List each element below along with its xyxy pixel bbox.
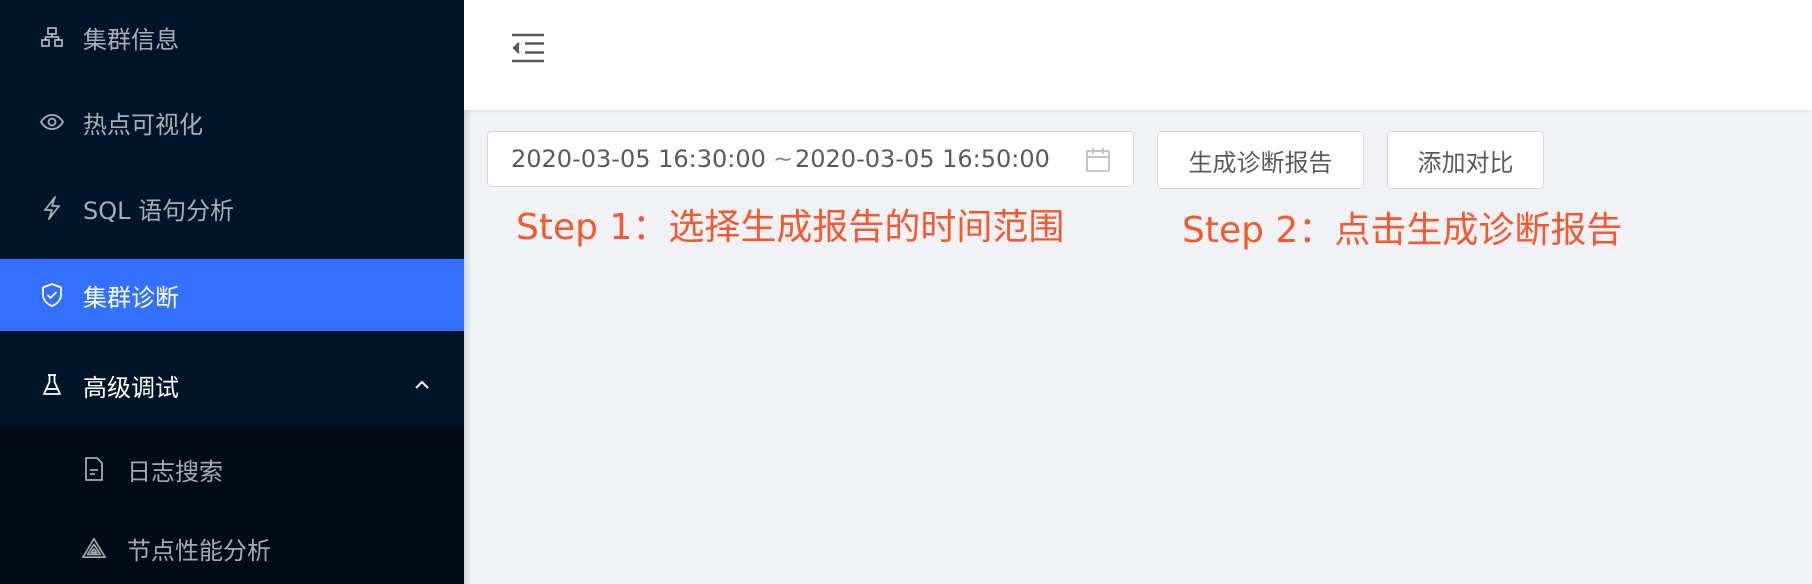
range-separator: ~: [773, 145, 794, 173]
sidebar-item-sql-analysis[interactable]: SQL 语句分析: [0, 172, 464, 244]
sidebar-item-cluster-info[interactable]: 集群信息: [0, 0, 464, 74]
add-comparison-button[interactable]: 添加对比: [1387, 131, 1544, 189]
sidebar-item-label: 日志搜索: [127, 457, 223, 486]
flask-icon: [40, 373, 64, 397]
sidebar-item-label: 节点性能分析: [127, 536, 271, 565]
menu-fold-icon: [511, 33, 545, 67]
eye-icon: [40, 110, 64, 134]
range-start-input[interactable]: 2020-03-05 16:30:00: [511, 132, 773, 186]
menu-fold-button[interactable]: [508, 30, 548, 70]
sidebar: 集群信息 热点可视化 SQL 语句分析 集群诊断 高级调试 日志搜索 节点性能分…: [0, 0, 464, 584]
sidebar-item-cluster-diagnosis[interactable]: 集群诊断: [0, 259, 464, 331]
file-text-icon: [82, 457, 106, 481]
shield-check-icon: [40, 283, 64, 307]
submenu-advanced-debug: 日志搜索 节点性能分析: [0, 426, 464, 584]
sidebar-item-label: 高级调试: [83, 373, 179, 402]
sidebar-item-label: 集群诊断: [83, 283, 179, 312]
triangle-icon: [82, 536, 106, 560]
date-range-picker[interactable]: 2020-03-05 16:30:00 ~ 2020-03-05 16:50:0…: [487, 131, 1134, 187]
sidebar-item-label: SQL 语句分析: [83, 196, 235, 225]
cluster-icon: [40, 25, 64, 49]
step1-annotation: Step 1：选择生成报告的时间范围: [516, 207, 1065, 248]
chevron-up-icon: [412, 375, 432, 395]
header: [464, 0, 1812, 110]
sidebar-item-hotspot[interactable]: 热点可视化: [0, 86, 464, 158]
sidebar-item-label: 集群信息: [83, 25, 179, 54]
sidebar-item-log-search[interactable]: 日志搜索: [0, 426, 464, 512]
sidebar-item-label: 热点可视化: [83, 110, 203, 139]
calendar-icon: [1085, 147, 1111, 173]
range-end-input[interactable]: 2020-03-05 16:50:00: [795, 132, 1057, 186]
lightning-icon: [40, 196, 64, 220]
sidebar-item-advanced-debug[interactable]: 高级调试: [0, 345, 464, 425]
step2-annotation: Step 2：点击生成诊断报告: [1182, 210, 1623, 251]
sidebar-item-node-profiling[interactable]: 节点性能分析: [0, 512, 464, 584]
generate-report-button[interactable]: 生成诊断报告: [1157, 131, 1364, 189]
